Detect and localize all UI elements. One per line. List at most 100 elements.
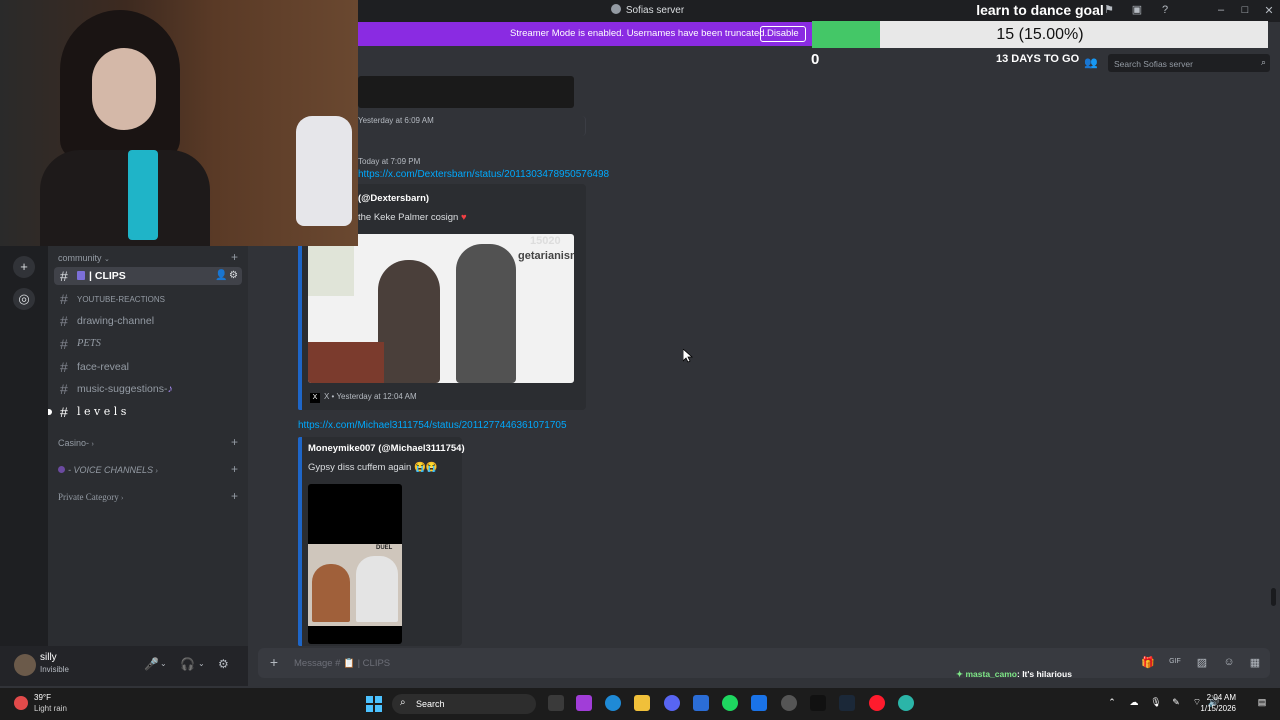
chevron-down-icon[interactable]: ⌄ [160, 659, 167, 668]
outlook-icon[interactable] [751, 695, 767, 711]
channel-pets[interactable]: # PETS [54, 335, 242, 353]
edge-icon[interactable] [605, 695, 621, 711]
server-rail: + ◎ [0, 246, 48, 646]
message-list: Yesterday at 6:09 AM Today at 7:09 PM ht… [248, 76, 1278, 646]
microphone-icon[interactable]: 🎙 [1150, 697, 1162, 708]
discover-icon[interactable]: ◎ [13, 288, 35, 310]
goal-min-label: 0 [811, 51, 820, 68]
weather-temp[interactable]: 39°F [34, 693, 51, 702]
category-casino[interactable]: Casino- › [58, 438, 94, 448]
screen-share-icon[interactable]: ▣ [1130, 3, 1144, 17]
username[interactable]: silly [40, 652, 57, 663]
file-explorer-icon[interactable] [634, 695, 650, 711]
embed2-person-left [312, 564, 350, 622]
taskbar-search[interactable]: ⌕ Search [392, 694, 536, 714]
channel-name: YOUTUBE-REACTIONS [77, 295, 166, 304]
embed1-image[interactable]: getarianism 15020 [308, 234, 574, 383]
maximize-icon[interactable]: □ [1238, 4, 1252, 16]
webcam-bottle [296, 116, 352, 226]
top-embed-image[interactable] [358, 76, 574, 108]
webcam-lamp [128, 150, 158, 240]
category-private-label: Private Category [58, 492, 119, 502]
channel-name: music-suggestions-♪ [77, 383, 173, 395]
channel-levels[interactable]: # l e v e l s [48, 403, 242, 421]
steam-icon[interactable] [839, 695, 855, 711]
embed1-author[interactable]: (@Dextersbarn) [358, 193, 429, 204]
embed2-image-text: DUEL [376, 545, 393, 551]
help-icon[interactable]: ? [1158, 3, 1172, 17]
apps-icon[interactable]: ▦ [1248, 656, 1262, 669]
embed2-video[interactable]: DUEL [308, 484, 402, 644]
gif-icon[interactable]: GIF [1168, 658, 1182, 665]
onedrive-icon[interactable]: ☁ [1128, 697, 1140, 708]
channel-sidebar: community ⌄ + # | CLIPS 👤 ⚙ # YOUTUBE-RE… [48, 246, 248, 646]
add-channel-icon[interactable]: + [231, 462, 238, 476]
embed1-footer: X X • Yesterday at 12:04 AM [310, 392, 417, 403]
avatar[interactable] [14, 654, 36, 676]
close-icon[interactable]: ✕ [1262, 4, 1276, 17]
chatgpt-icon[interactable] [781, 695, 797, 711]
search-input[interactable] [1108, 55, 1248, 73]
weather-desc: Light rain [34, 704, 67, 713]
search-bar[interactable]: ⌕ [1108, 54, 1270, 73]
clock-time[interactable]: 2:04 AM [1207, 693, 1236, 702]
discord-icon[interactable] [664, 695, 680, 711]
invite-icon[interactable]: 👤 [215, 270, 227, 281]
members-icon[interactable]: 👥 [1084, 56, 1098, 69]
goal-title: learn to dance goal [976, 2, 1104, 18]
add-channel-icon[interactable]: + [231, 435, 238, 449]
category-community[interactable]: community ⌄ [58, 253, 110, 263]
channel-clips-label: | CLIPS [89, 270, 126, 282]
chevron-down-icon[interactable]: ⌄ [198, 659, 205, 668]
channel-youtube-reactions[interactable]: # YOUTUBE-REACTIONS [54, 290, 242, 308]
category-private[interactable]: Private Category › [58, 492, 123, 502]
channel-drawing[interactable]: # drawing-channel [54, 312, 242, 330]
disable-button[interactable]: Disable [760, 26, 806, 42]
msg3-link[interactable]: https://x.com/Michael3111754/status/2011… [298, 420, 567, 431]
add-channel-icon[interactable]: + [231, 250, 238, 264]
weather-icon[interactable] [14, 696, 28, 710]
channel-clips[interactable]: # | CLIPS 👤 ⚙ [54, 267, 242, 285]
channel-face-reveal[interactable]: # face-reveal [54, 358, 242, 376]
notification-icon[interactable]: ▤ [1256, 697, 1268, 708]
add-channel-icon[interactable]: + [231, 489, 238, 503]
chevron-up-icon[interactable]: ⌃ [1106, 697, 1118, 708]
task-view-icon[interactable] [548, 695, 564, 711]
settings-gear-icon[interactable]: ⚙ [218, 657, 229, 671]
music-note-icon: ♪ [167, 383, 173, 395]
pen-icon[interactable]: ✎ [1170, 697, 1182, 708]
msg2-link[interactable]: https://x.com/Dextersbarn/status/2011303… [358, 169, 609, 180]
gift-icon[interactable]: 🎁 [1141, 656, 1155, 669]
add-attachment-icon[interactable]: + [266, 654, 282, 670]
minimize-icon[interactable]: – [1214, 4, 1228, 16]
channel-music-suggestions[interactable]: # music-suggestions-♪ [54, 380, 242, 398]
mic-muted-icon[interactable]: 🎤 [144, 657, 159, 671]
copilot-icon[interactable] [576, 695, 592, 711]
hash-icon: # [60, 313, 68, 329]
tiktok-icon[interactable] [810, 695, 826, 711]
store-icon[interactable] [693, 695, 709, 711]
gear-icon[interactable]: ⚙ [229, 270, 238, 281]
opera-icon[interactable] [869, 695, 885, 711]
server-icon [610, 4, 621, 14]
embed2-author[interactable]: Moneymike007 (@Michael3111754) [308, 443, 465, 454]
x-logo-icon: X [310, 393, 320, 403]
goal-days-label: 13 DAYS TO GO [996, 53, 1080, 65]
embed1-text: the Keke Palmer cosign ♥ [358, 212, 467, 223]
clock-date[interactable]: 1/15/2026 [1200, 704, 1236, 713]
headphones-icon[interactable]: 🎧 [180, 657, 195, 671]
start-tile [375, 705, 382, 712]
chevron-right-icon: › [120, 494, 124, 502]
globe-icon[interactable] [898, 695, 914, 711]
sticker-icon[interactable]: ▨ [1195, 656, 1209, 669]
category-voice[interactable]: - VOICE CHANNELS › [58, 465, 158, 475]
emoji-icon[interactable]: ☺ [1222, 656, 1236, 668]
message-input[interactable] [294, 654, 894, 672]
spotify-icon[interactable] [722, 695, 738, 711]
add-server-icon[interactable]: + [13, 256, 35, 278]
embed1-person-right [456, 244, 516, 383]
start-icon[interactable] [366, 696, 382, 712]
message-scrollbar[interactable] [1271, 588, 1276, 606]
chat-overlay-user: masta_camo [965, 669, 1017, 679]
chevron-down-icon: ⌄ [104, 256, 110, 263]
